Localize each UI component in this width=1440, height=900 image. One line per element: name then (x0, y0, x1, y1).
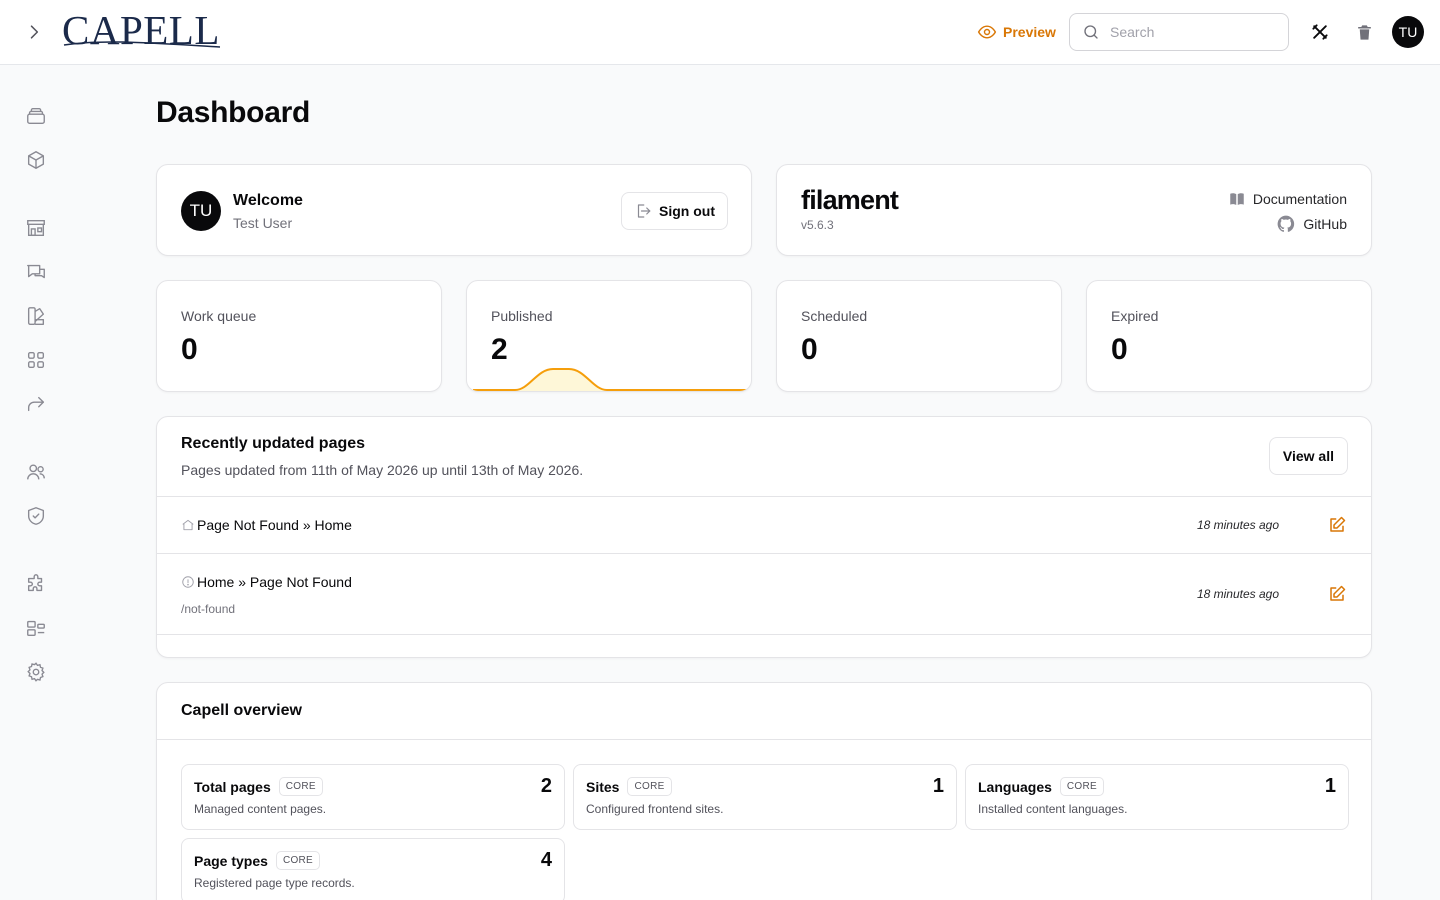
chat-bubbles-icon[interactable] (24, 260, 48, 284)
users-icon[interactable] (24, 460, 48, 484)
stat-value: 0 (801, 333, 818, 366)
stat-value: 0 (181, 333, 198, 366)
search-input[interactable] (1110, 24, 1270, 40)
cube-icon[interactable] (24, 148, 48, 172)
overview-item-description: Registered page type records. (194, 876, 355, 890)
puzzle-icon[interactable] (24, 572, 48, 596)
welcome-title: Welcome (233, 192, 303, 209)
row-title-link[interactable]: Home » Page Not Found (181, 574, 352, 590)
divider (157, 634, 1371, 635)
sign-out-button[interactable]: Sign out (621, 192, 728, 230)
overview-item-sites[interactable]: Sites CORE Configured frontend sites. 1 (573, 764, 957, 830)
welcome-avatar: TU (181, 191, 221, 231)
filament-version: v5.6.3 (801, 218, 834, 232)
overview-item-total-pages[interactable]: Total pages CORE Managed content pages. 2 (181, 764, 565, 830)
github-label: GitHub (1303, 216, 1347, 232)
eye-icon (977, 25, 997, 39)
core-badge: CORE (275, 851, 321, 870)
view-all-button[interactable]: View all (1268, 437, 1348, 475)
sign-out-icon (637, 204, 651, 218)
documentation-label: Documentation (1252, 191, 1347, 207)
core-badge: CORE (1059, 777, 1104, 796)
github-icon (1278, 215, 1295, 232)
info-icon (182, 576, 194, 588)
row-title: Home » Page Not Found (197, 574, 352, 590)
storefront-icon[interactable] (24, 216, 48, 240)
overview-item-count: 1 (932, 775, 944, 797)
row-title: Page Not Found » Home (197, 517, 352, 533)
overview-title: Capell overview (181, 702, 302, 719)
overview-item-description: Installed content languages. (978, 802, 1128, 816)
preview-label: Preview (1003, 24, 1056, 40)
overview-item-title: Sites (586, 778, 620, 795)
documentation-link[interactable]: Documentation (1228, 190, 1347, 208)
row-time: 18 minutes ago (1196, 518, 1279, 532)
layout-icon[interactable] (24, 616, 48, 640)
overview-item-description: Configured frontend sites. (586, 802, 724, 816)
published-sparkline (473, 368, 747, 391)
tools-icon[interactable] (1309, 21, 1331, 43)
recent-pages-title: Recently updated pages (181, 435, 366, 452)
stat-card-expired: Expired 0 (1086, 280, 1372, 392)
row-title-link[interactable]: Page Not Found » Home (181, 517, 352, 533)
preview-button[interactable]: Preview (977, 22, 1056, 42)
capell-overview-card: Capell overview Total pages CORE Managed … (156, 682, 1372, 900)
divider (157, 553, 1371, 554)
overview-item-count: 1 (1324, 775, 1336, 797)
sign-out-label: Sign out (659, 203, 715, 219)
stat-card-published: Published 2 (466, 280, 752, 392)
chevron-right-icon[interactable] (22, 20, 46, 44)
home-icon (182, 519, 194, 531)
overview-item-count: 4 (540, 849, 552, 871)
swatch-icon[interactable] (24, 304, 48, 328)
trash-icon[interactable] (1353, 21, 1375, 43)
logo-swoosh-icon (63, 41, 221, 48)
stat-value: 0 (1111, 333, 1128, 366)
shield-check-icon[interactable] (24, 504, 48, 528)
user-avatar[interactable]: TU (1392, 16, 1424, 48)
share-arrow-icon[interactable] (24, 392, 48, 416)
welcome-user-name: Test User (233, 215, 293, 231)
stat-label: Scheduled (801, 308, 868, 324)
divider (157, 496, 1371, 497)
overview-item-title: Total pages (194, 778, 271, 795)
layers-icon[interactable] (24, 104, 48, 128)
settings-icon[interactable] (24, 660, 48, 684)
topbar: CAPELL Preview TU (0, 0, 1440, 65)
stat-card-work-queue: Work queue 0 (156, 280, 442, 392)
welcome-card: TU Welcome Test User Sign out (156, 164, 752, 256)
search-box[interactable] (1069, 13, 1289, 51)
filament-card: filament v5.6.3 Documentation GitHub (776, 164, 1372, 256)
recent-pages-card: Recently updated pages Pages updated fro… (156, 416, 1372, 658)
stat-label: Published (491, 308, 553, 324)
core-badge: CORE (627, 777, 672, 796)
page-title: Dashboard (156, 96, 310, 129)
overview-item-count: 2 (540, 775, 552, 797)
stat-label: Expired (1111, 308, 1159, 324)
core-badge: CORE (278, 777, 323, 796)
edit-icon[interactable] (1327, 515, 1347, 535)
sidebar (0, 65, 72, 900)
stat-card-scheduled: Scheduled 0 (776, 280, 1062, 392)
logo[interactable]: CAPELL (62, 9, 221, 51)
github-link[interactable]: GitHub (1276, 214, 1347, 234)
grid-icon[interactable] (24, 348, 48, 372)
edit-icon[interactable] (1327, 584, 1347, 604)
overview-item-title: Page types (194, 852, 268, 869)
divider (157, 739, 1371, 740)
overview-item-title: Languages (978, 778, 1052, 795)
book-icon (1230, 193, 1244, 205)
search-icon (1084, 25, 1098, 39)
overview-item-page-types[interactable]: Page types CORE Registered page type reco… (181, 838, 565, 900)
filament-logo: filament (801, 185, 899, 215)
recent-pages-description: Pages updated from 11th of May 2026 up u… (181, 462, 584, 478)
row-slug: /not-found (181, 602, 236, 616)
overview-item-languages[interactable]: Languages CORE Installed content language… (965, 764, 1349, 830)
overview-item-description: Managed content pages. (194, 802, 327, 816)
row-time: 18 minutes ago (1196, 587, 1279, 601)
stat-label: Work queue (181, 308, 257, 324)
